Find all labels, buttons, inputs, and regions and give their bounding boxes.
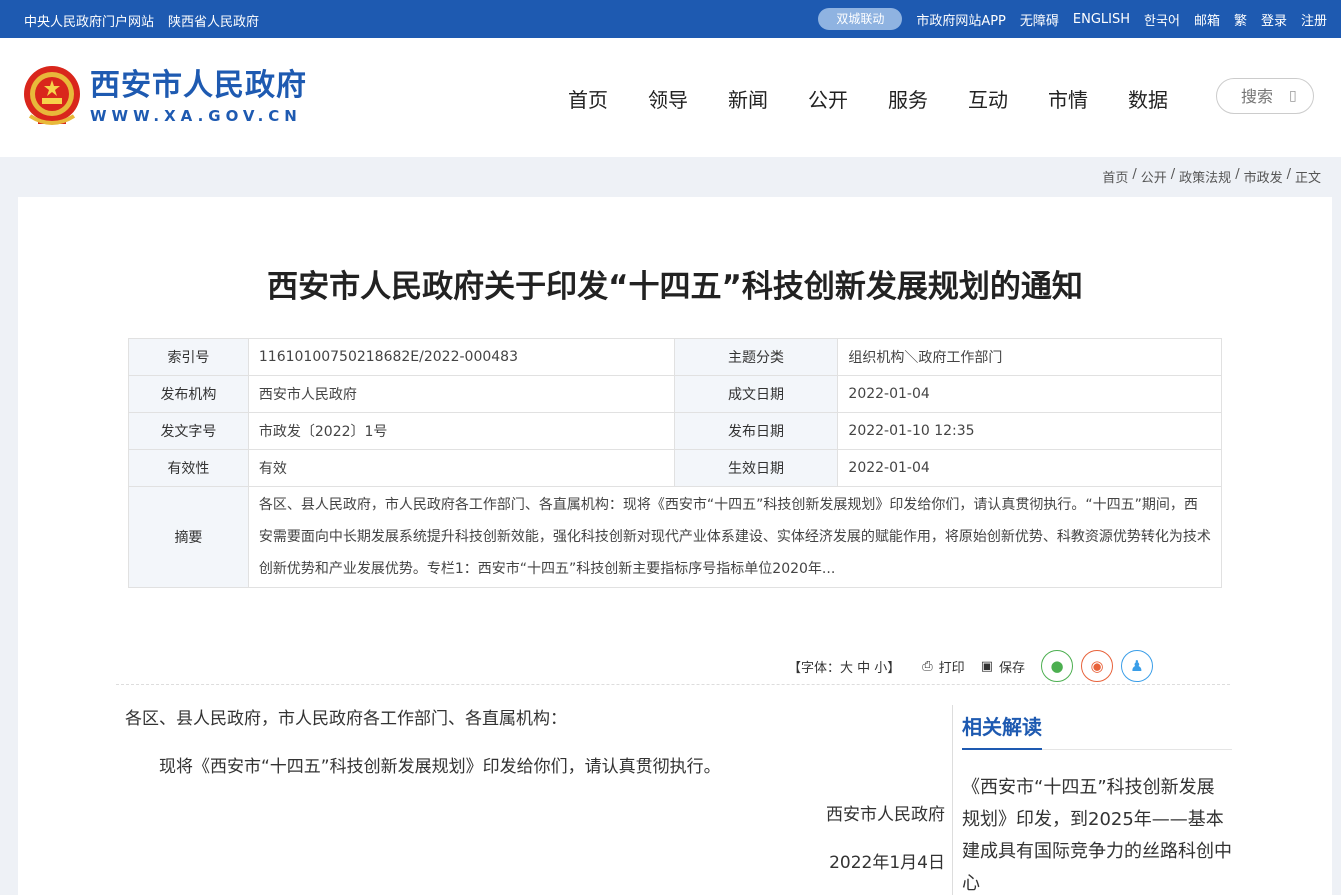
divider [116,684,1230,685]
article-body: 各区、县人民政府，市人民政府各工作部门、各直属机构： 现将《西安市“十四五”科技… [125,707,945,875]
top-link-mail[interactable]: 邮箱 [1194,10,1220,29]
top-bar: 中央人民政府门户网站 陕西省人民政府 双城联动 市政府网站APP 无障碍 ENG… [0,0,1341,38]
top-link-login[interactable]: 登录 [1261,10,1287,29]
meta-label: 成文日期 [673,375,839,413]
site-url: WWW.XA.GOV.CN [90,107,302,125]
meta-label: 摘要 [128,486,249,588]
nav-city-info[interactable]: 市情 [1028,84,1108,113]
main-nav: 首页 领导 新闻 公开 服务 互动 市情 数据 [548,84,1188,113]
related-interpretation: 相关解读 《西安市“十四五”科技创新发展规划》印发，到2025年——基本建成具有… [962,711,1232,895]
signature-date: 2022年1月4日 [829,853,945,873]
nav-leaders[interactable]: 领导 [628,84,708,113]
table-row: 发布机构 西安市人民政府 成文日期 2022-01-04 [128,375,1222,413]
nav-public[interactable]: 公开 [788,84,868,113]
meta-label: 索引号 [128,338,249,376]
wechat-share-icon[interactable]: ● [1041,650,1073,682]
meta-value: 有效 [247,449,675,487]
breadcrumb: 首页 / 公开 / 政策法规 / 市政发 / 正文 [1102,167,1321,186]
top-left-links: 中央人民政府门户网站 陕西省人民政府 [24,11,259,30]
signature: 西安市人民政府 [826,805,945,825]
meta-value: 市政发〔2022〕1号 [247,412,675,450]
national-emblem-icon [24,66,80,125]
meta-label: 主题分类 [673,338,839,376]
related-link[interactable]: 《西安市“十四五”科技创新发展规划》印发，到2025年——基本建成具有国际竞争力… [962,772,1232,895]
weibo-share-icon[interactable]: ◉ [1081,650,1113,682]
save-icon: ▣ [980,658,993,674]
meta-label: 有效性 [128,449,249,487]
dual-city-button[interactable]: 双城联动 [818,8,903,30]
font-size-control[interactable]: 【字体：大 中 小】 [788,657,900,676]
article-tools: 【字体：大 中 小】 ⎙ 打印 ▣ 保存 ● ◉ ♟ [788,650,1161,682]
top-link-app[interactable]: 市政府网站APP [916,10,1006,29]
table-row: 有效性 有效 生效日期 2022-01-04 [128,449,1222,487]
meta-label: 发布机构 [128,375,249,413]
search-icon[interactable]: ▯ [1289,88,1297,104]
table-row: 索引号 11610100750218682E/2022-000483 主题分类 … [128,338,1222,376]
top-link-korean[interactable]: 한국어 [1144,10,1180,29]
nav-services[interactable]: 服务 [868,84,948,113]
search-box: ▯ [1216,78,1314,114]
top-link-accessibility[interactable]: 无障碍 [1020,10,1059,29]
divider [952,705,953,895]
top-right-links: 双城联动 市政府网站APP 无障碍 ENGLISH 한국어 邮箱 繁 登录 注册 [818,8,1327,30]
metadata-table: 索引号 11610100750218682E/2022-000483 主题分类 … [128,338,1223,588]
nav-news[interactable]: 新闻 [708,84,788,113]
related-heading: 相关解读 [962,711,1042,750]
body-paragraph: 现将《西安市“十四五”科技创新发展规划》印发给你们，请认真贯彻执行。 [159,757,721,777]
print-button[interactable]: ⎙ 打印 [922,657,964,676]
table-row: 摘要 各区、县人民政府，市人民政府各工作部门、各直属机构：现将《西安市“十四五”… [128,486,1223,588]
top-link-english[interactable]: ENGLISH [1073,12,1130,27]
print-label: 打印 [938,660,965,676]
qq-share-icon[interactable]: ♟ [1121,650,1153,682]
abstract-text: 各区、县人民政府，市人民政府各工作部门、各直属机构：现将《西安市“十四五”科技创… [247,486,1223,588]
site-logo[interactable]: 西安市人民政府 WWW.XA.GOV.CN [20,64,307,130]
meta-value: 组织机构＼政府工作部门 [837,338,1222,376]
breadcrumb-home[interactable]: 首页 [1102,167,1128,186]
meta-label: 发文字号 [128,412,249,450]
nav-home[interactable]: 首页 [548,84,628,113]
site-title: 西安市人民政府 [90,68,307,103]
search-input[interactable] [1241,86,1285,106]
printer-icon: ⎙ [922,658,933,674]
table-row: 发文字号 市政发〔2022〕1号 发布日期 2022-01-10 12:35 [128,412,1222,450]
top-link-shaanxi-gov[interactable]: 陕西省人民政府 [168,11,259,30]
breadcrumb-current: 正文 [1294,171,1321,186]
meta-label: 发布日期 [673,412,839,450]
article-card: 西安市人民政府关于印发“十四五”科技创新发展规划的通知 索引号 11610100… [18,197,1332,895]
nav-data[interactable]: 数据 [1108,84,1188,113]
nav-interaction[interactable]: 互动 [948,84,1028,113]
top-link-central-gov[interactable]: 中央人民政府门户网站 [24,11,154,30]
meta-value: 2022-01-10 12:35 [837,412,1222,450]
save-label: 保存 [998,660,1025,676]
breadcrumb-shizhengfa[interactable]: 市政发 [1244,167,1283,186]
top-link-register[interactable]: 注册 [1301,10,1327,29]
breadcrumb-public[interactable]: 公开 [1141,167,1167,186]
meta-value: 西安市人民政府 [247,375,675,413]
salutation: 各区、县人民政府，市人民政府各工作部门、各直属机构： [125,709,567,729]
save-button[interactable]: ▣ 保存 [981,657,1025,676]
breadcrumb-policy[interactable]: 政策法规 [1179,167,1231,186]
meta-value: 2022-01-04 [837,375,1222,413]
meta-label: 生效日期 [673,449,839,487]
article-title: 西安市人民政府关于印发“十四五”科技创新发展规划的通知 [267,269,1083,305]
meta-value: 11610100750218682E/2022-000483 [247,338,675,376]
top-link-traditional[interactable]: 繁 [1234,10,1247,29]
meta-value: 2022-01-04 [837,449,1222,487]
site-header: 西安市人民政府 WWW.XA.GOV.CN 首页 领导 新闻 公开 服务 互动 … [0,38,1341,157]
